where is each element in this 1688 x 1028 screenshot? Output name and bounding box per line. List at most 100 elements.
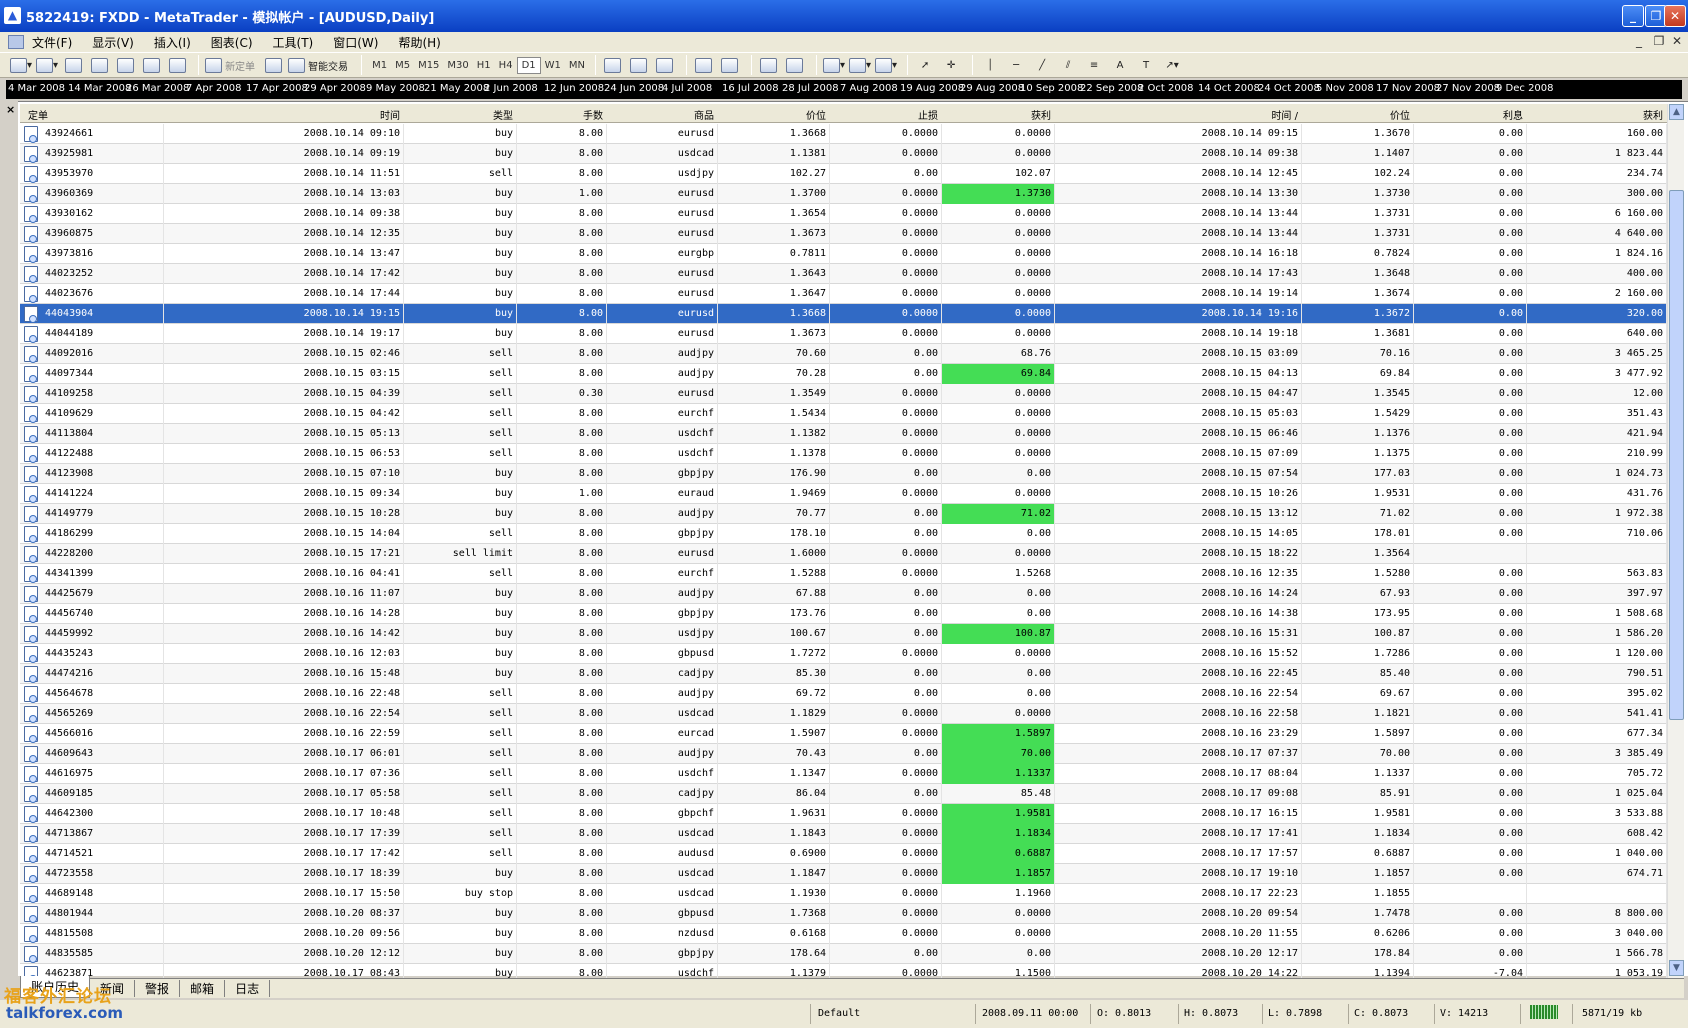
trendline-icon[interactable]: ╱ xyxy=(1031,55,1053,75)
table-row[interactable]: 44186299 2008.10.15 14:04 sell 8.00 gbpjpy 17… xyxy=(20,524,1667,544)
crosshair-icon[interactable]: ✛ xyxy=(940,55,962,75)
scroll-up-icon[interactable]: ▲ xyxy=(1669,104,1684,120)
table-row[interactable]: 44609185 2008.10.17 05:58 sell 8.00 cadjpy 86… xyxy=(20,784,1667,804)
scroll-down-icon[interactable]: ▼ xyxy=(1669,960,1684,976)
market-watch-button[interactable] xyxy=(62,55,84,75)
chart-shift-icon[interactable] xyxy=(784,55,806,75)
metaeditor-button[interactable] xyxy=(262,55,284,75)
timeframe-h1[interactable]: H1 xyxy=(473,60,495,71)
cursor-icon[interactable]: ➚ xyxy=(914,55,936,75)
table-row[interactable]: 44456740 2008.10.16 14:28 buy 8.00 gbpjpy 173… xyxy=(20,604,1667,624)
timeframe-mn[interactable]: MN xyxy=(565,60,589,71)
column-header-stop-loss[interactable]: 止损 xyxy=(830,107,938,122)
menu-tools[interactable]: 工具(T) xyxy=(273,34,314,51)
column-header-profit[interactable]: 获利 xyxy=(1527,107,1663,122)
bar-chart-icon[interactable] xyxy=(602,55,624,75)
table-row[interactable]: 43960875 2008.10.14 12:35 buy 8.00 eurusd 1.3… xyxy=(20,224,1667,244)
indicators-icon[interactable]: ▾ xyxy=(822,55,845,75)
table-row[interactable]: 43925981 2008.10.14 09:19 buy 8.00 usdcad 1.1… xyxy=(20,144,1667,164)
child-restore-button[interactable]: ❐ xyxy=(1650,34,1668,48)
child-minimize-button[interactable]: _ xyxy=(1630,34,1648,48)
column-header-swap[interactable]: 利息 xyxy=(1414,107,1523,122)
periods-icon[interactable]: ▾ xyxy=(849,55,871,75)
table-row[interactable]: 44425679 2008.10.16 11:07 buy 8.00 audjpy 67.… xyxy=(20,584,1667,604)
table-row[interactable]: 44023252 2008.10.14 17:42 buy 8.00 eurusd 1.3… xyxy=(20,264,1667,284)
fibonacci-icon[interactable]: ≡ xyxy=(1083,55,1105,75)
arrows-icon[interactable]: ↗▾ xyxy=(1161,55,1183,75)
table-row[interactable]: 44435243 2008.10.16 12:03 buy 8.00 gbpusd 1.7… xyxy=(20,644,1667,664)
menu-file[interactable]: 文件(F) xyxy=(32,34,72,51)
table-row[interactable]: 44609643 2008.10.17 06:01 sell 8.00 audjpy 70… xyxy=(20,744,1667,764)
table-row[interactable]: 44113804 2008.10.15 05:13 sell 8.00 usdchf 1.… xyxy=(20,424,1667,444)
text-label-icon[interactable]: T xyxy=(1135,55,1157,75)
table-row[interactable]: 44122488 2008.10.15 06:53 sell 8.00 usdchf 1.… xyxy=(20,444,1667,464)
profiles-button[interactable]: ▾ xyxy=(36,55,58,75)
table-row[interactable]: 43924661 2008.10.14 09:10 buy 8.00 eurusd 1.3… xyxy=(20,124,1667,144)
candlestick-icon[interactable] xyxy=(628,55,650,75)
table-row[interactable]: 44815508 2008.10.20 09:56 buy 8.00 nzdusd 0.6… xyxy=(20,924,1667,944)
table-row[interactable]: 43960369 2008.10.14 13:03 buy 1.00 eurusd 1.3… xyxy=(20,184,1667,204)
column-header-close-price[interactable]: 价位 xyxy=(1302,107,1410,122)
tab-journal[interactable]: 日志 xyxy=(225,980,271,997)
table-row[interactable]: 44141224 2008.10.15 09:34 buy 1.00 euraud 1.9… xyxy=(20,484,1667,504)
table-row[interactable]: 44723558 2008.10.17 18:39 buy 8.00 usdcad 1.1… xyxy=(20,864,1667,884)
vertical-scrollbar[interactable]: ▲ ▼ xyxy=(1667,104,1684,978)
table-row[interactable]: 44228200 2008.10.15 17:21 sell limit 8.00 eu… xyxy=(20,544,1667,564)
column-header-open-time[interactable]: 时间 xyxy=(164,107,400,122)
table-row[interactable]: 44714521 2008.10.17 17:42 sell 8.00 audusd 0.… xyxy=(20,844,1667,864)
table-row[interactable]: 44566016 2008.10.16 22:59 sell 8.00 eurcad 1.… xyxy=(20,724,1667,744)
table-row[interactable]: 44713867 2008.10.17 17:39 sell 8.00 usdcad 1.… xyxy=(20,824,1667,844)
terminal-button[interactable] xyxy=(114,55,136,75)
table-row[interactable]: 44835585 2008.10.20 12:12 buy 8.00 gbpjpy 178… xyxy=(20,944,1667,964)
table-row[interactable]: 44341399 2008.10.16 04:41 sell 8.00 eurchf 1.… xyxy=(20,564,1667,584)
table-row[interactable]: 44044189 2008.10.14 19:17 buy 8.00 eurusd 1.3… xyxy=(20,324,1667,344)
close-terminal-icon[interactable]: × xyxy=(6,103,15,116)
tab-mailbox[interactable]: 邮箱 xyxy=(180,980,226,997)
close-button[interactable]: ✕ xyxy=(1664,5,1686,27)
zoom-in-icon[interactable] xyxy=(693,55,715,75)
minimize-button[interactable]: _ xyxy=(1622,5,1644,27)
table-row[interactable]: 44109258 2008.10.15 04:39 sell 0.30 eurusd 1.… xyxy=(20,384,1667,404)
table-row[interactable]: 44801944 2008.10.20 08:37 buy 8.00 gbpusd 1.7… xyxy=(20,904,1667,924)
menu-chart[interactable]: 图表(C) xyxy=(211,34,253,51)
horizontal-line-icon[interactable]: ─ xyxy=(1005,55,1027,75)
text-icon[interactable]: A xyxy=(1109,55,1131,75)
timeframe-d1[interactable]: D1 xyxy=(516,56,541,74)
table-row[interactable]: 44565269 2008.10.16 22:54 sell 8.00 usdcad 1.… xyxy=(20,704,1667,724)
timeframe-w1[interactable]: W1 xyxy=(541,60,565,71)
new-chart-button[interactable]: ▾ xyxy=(10,55,32,75)
table-row[interactable]: 44642300 2008.10.17 10:48 sell 8.00 gbpchf 1.… xyxy=(20,804,1667,824)
table-row[interactable]: 44689148 2008.10.17 15:50 buy stop 8.00 usdc… xyxy=(20,884,1667,904)
vertical-line-icon[interactable]: │ xyxy=(979,55,1001,75)
timeframe-h4[interactable]: H4 xyxy=(495,60,517,71)
column-header-close-time[interactable]: 时间 / xyxy=(1055,107,1298,122)
table-row[interactable]: 43973816 2008.10.14 13:47 buy 8.00 eurgbp 0.7… xyxy=(20,244,1667,264)
timeframe-m5[interactable]: M5 xyxy=(391,60,414,71)
table-row[interactable]: 44043904 2008.10.14 19:15 buy 8.00 eurusd 1.3… xyxy=(20,304,1667,324)
column-header-symbol[interactable]: 商品 xyxy=(607,107,714,122)
table-row[interactable]: 44616975 2008.10.17 07:36 sell 8.00 usdchf 1.… xyxy=(20,764,1667,784)
table-row[interactable]: 44149779 2008.10.15 10:28 buy 8.00 audjpy 70.… xyxy=(20,504,1667,524)
column-header-open-price[interactable]: 价位 xyxy=(718,107,826,122)
table-row[interactable]: 43930162 2008.10.14 09:38 buy 8.00 eurusd 1.3… xyxy=(20,204,1667,224)
table-row[interactable]: 44092016 2008.10.15 02:46 sell 8.00 audjpy 70… xyxy=(20,344,1667,364)
table-row[interactable]: 44474216 2008.10.16 15:48 buy 8.00 cadjpy 85.… xyxy=(20,664,1667,684)
menu-help[interactable]: 帮助(H) xyxy=(398,34,440,51)
line-chart-icon[interactable] xyxy=(654,55,676,75)
table-row[interactable]: 44097344 2008.10.15 03:15 sell 8.00 audjpy 70… xyxy=(20,364,1667,384)
equidistant-channel-icon[interactable]: ⫽ xyxy=(1057,55,1079,75)
timeframe-m30[interactable]: M30 xyxy=(443,60,472,71)
table-row[interactable]: 44109629 2008.10.15 04:42 sell 8.00 eurchf 1.… xyxy=(20,404,1667,424)
menu-insert[interactable]: 插入(I) xyxy=(154,34,191,51)
new-order-button[interactable]: 新定单 xyxy=(205,55,258,75)
timeframe-m1[interactable]: M1 xyxy=(368,60,391,71)
column-header-ticket[interactable]: 定单 xyxy=(28,107,48,122)
table-row[interactable]: 43953970 2008.10.14 11:51 sell 8.00 usdjpy 10… xyxy=(20,164,1667,184)
column-header-take-profit[interactable]: 获利 xyxy=(942,107,1051,122)
data-window-button[interactable] xyxy=(166,55,188,75)
navigator-button[interactable] xyxy=(88,55,110,75)
timeframe-m15[interactable]: M15 xyxy=(414,60,443,71)
strategy-tester-button[interactable] xyxy=(140,55,162,75)
table-row[interactable]: 44564678 2008.10.16 22:48 sell 8.00 audjpy 69… xyxy=(20,684,1667,704)
column-header-lots[interactable]: 手数 xyxy=(517,107,603,122)
